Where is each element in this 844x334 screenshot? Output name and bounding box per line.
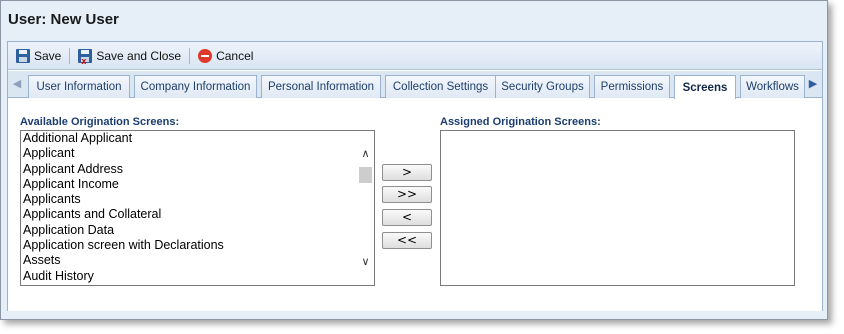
tab-label: Permissions <box>600 81 664 93</box>
list-item[interactable]: Audit History <box>21 269 374 284</box>
list-item[interactable]: Applicant Income <box>21 177 374 192</box>
assigned-screens-label: Assigned Origination Screens: <box>440 116 601 128</box>
save-label: Save <box>34 48 62 63</box>
tab-company-information[interactable]: Company Information <box>134 75 257 98</box>
chevron-up-icon[interactable]: ∧ <box>357 147 374 161</box>
available-list-scrollbar[interactable]: ∧ ∨ <box>357 131 374 285</box>
toolbar-separator <box>69 47 71 64</box>
arrow-left-icon[interactable]: ◀ <box>10 77 24 91</box>
tab-strip: ◀ User Information Company Information P… <box>8 71 822 99</box>
save-and-close-label: Save and Close <box>96 48 182 63</box>
available-items: Additional Applicant Applicant Applicant A… <box>21 131 374 284</box>
chevron-down-icon[interactable]: ∨ <box>357 255 374 269</box>
cancel-button[interactable]: Cancel <box>195 45 256 67</box>
floppy-disk-icon <box>16 48 30 63</box>
floppy-disk-close-icon <box>78 48 93 63</box>
remove-selected-button[interactable]: < <box>382 209 432 226</box>
tab-label: Company Information <box>140 81 251 93</box>
user-panel: Save Save and Close Cancel ◀ User Inform… <box>7 41 823 311</box>
list-item[interactable]: Application Data <box>21 223 374 238</box>
add-all-button[interactable]: >> <box>382 186 432 203</box>
tab-security-groups[interactable]: Security Groups <box>495 75 590 98</box>
tab-label: Personal Information <box>267 81 375 93</box>
tab-collection-settings[interactable]: Collection Settings <box>385 75 496 98</box>
save-button[interactable]: Save <box>13 45 64 67</box>
list-item[interactable]: Applicants <box>21 192 374 207</box>
screens-tab-content: Available Origination Screens: Additiona… <box>8 99 822 311</box>
scrollbar-thumb[interactable] <box>359 167 372 183</box>
list-item[interactable]: Applicant Address <box>21 162 374 177</box>
available-screens-label: Available Origination Screens: <box>20 116 180 128</box>
available-screens-list[interactable]: Additional Applicant Applicant Applicant A… <box>20 130 375 286</box>
list-item[interactable]: Assets <box>21 253 374 268</box>
tab-label: Screens <box>682 81 728 94</box>
tab-label: Workflows <box>746 81 799 93</box>
tab-permissions[interactable]: Permissions <box>594 75 670 98</box>
user-dialog: User: New User Save Save and Close Cance… <box>0 0 828 320</box>
tab-screens[interactable]: Screens <box>674 75 736 99</box>
tab-user-information[interactable]: User Information <box>28 75 130 98</box>
list-item[interactable]: Applicants and Collateral <box>21 207 374 222</box>
tab-label: Security Groups <box>501 81 584 93</box>
list-item[interactable]: Application screen with Declarations <box>21 238 374 253</box>
arrow-right-icon[interactable]: ▶ <box>806 77 820 91</box>
tab-label: User Information <box>36 81 122 93</box>
list-item[interactable]: Applicant <box>21 146 374 161</box>
dialog-title: User: New User <box>8 11 119 28</box>
cancel-circle-icon <box>198 48 213 63</box>
toolbar-separator <box>189 47 191 64</box>
remove-all-button[interactable]: << <box>382 232 432 249</box>
tab-workflows[interactable]: Workflows <box>740 75 805 98</box>
save-and-close-button[interactable]: Save and Close <box>75 45 184 67</box>
tab-label: Collection Settings <box>392 81 489 93</box>
toolbar: Save Save and Close Cancel <box>8 42 822 70</box>
assigned-screens-list[interactable] <box>440 130 795 286</box>
list-item[interactable]: Additional Applicant <box>21 131 374 146</box>
cancel-label: Cancel <box>216 48 254 63</box>
add-selected-button[interactable]: > <box>382 164 432 181</box>
tab-personal-information[interactable]: Personal Information <box>261 75 381 98</box>
